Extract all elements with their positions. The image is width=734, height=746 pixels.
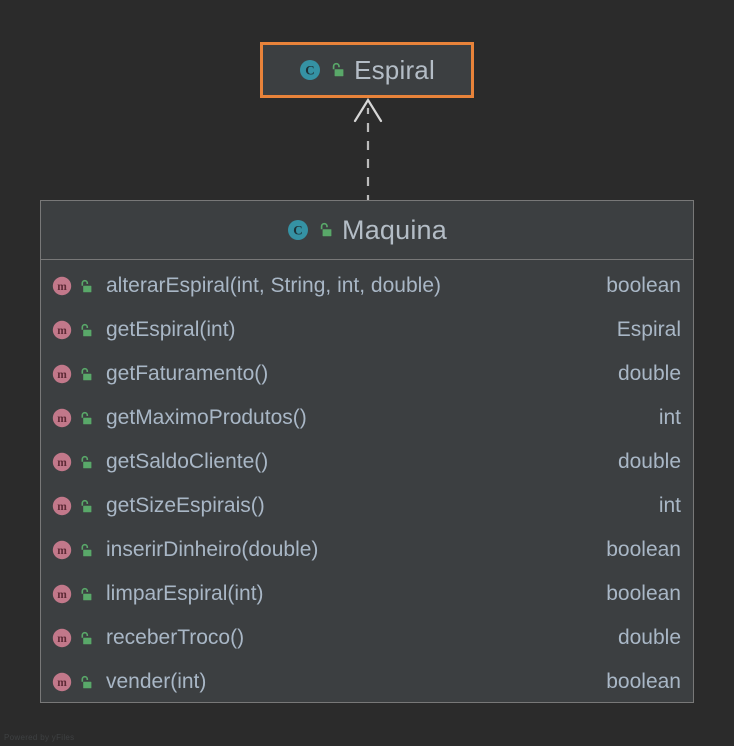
member-icon-group: m [52,320,93,340]
uml-diagram-canvas: C Espiral C Maquina m alterarEspiral(int… [0,0,734,746]
svg-text:m: m [57,413,67,425]
watermark-label: Powered by yFiles [4,733,75,742]
class-member-row[interactable]: m getSizeEspirais() int [41,484,693,528]
unlock-icon [79,367,93,382]
svg-text:m: m [57,677,67,689]
class-node-title: Maquina [342,214,447,245]
member-return-type: boolean [606,582,681,605]
svg-text:C: C [293,223,302,238]
unlock-icon [79,323,93,338]
class-member-row[interactable]: m getMaximoProdutos() int [41,396,693,440]
class-member-row[interactable]: m getEspiral(int) Espiral [41,308,693,352]
uml-class-node-maquina[interactable]: C Maquina m alterarEspiral(int, String, i… [40,200,694,703]
svg-text:m: m [57,501,67,513]
unlock-icon [79,455,93,470]
member-return-type: double [617,362,681,385]
method-icon: m [52,364,72,384]
class-node-title: Espiral [354,54,435,85]
member-icon-group: m [52,452,93,472]
member-return-type: int [658,494,681,517]
member-return-type: boolean [606,670,681,693]
member-signature: getEspiral(int) [106,318,236,341]
class-member-row[interactable]: m limparEspiral(int) boolean [41,572,693,616]
method-icon: m [52,672,72,692]
class-member-row[interactable]: m inserirDinheiro(double) boolean [41,528,693,572]
class-member-row[interactable]: m vender(int) boolean [41,660,693,704]
svg-text:m: m [57,589,67,601]
method-icon: m [52,276,72,296]
unlock-icon [318,222,333,238]
unlock-icon [79,411,93,426]
member-return-type: int [658,406,681,429]
svg-text:m: m [57,281,67,293]
class-node-header: C Espiral [263,45,471,95]
unlock-icon [79,499,93,514]
member-signature: alterarEspiral(int, String, int, double) [106,274,441,297]
svg-text:m: m [57,325,67,337]
unlock-icon [330,62,345,78]
unlock-icon [79,675,93,690]
unlock-icon [79,543,93,558]
member-return-type: double [617,450,681,473]
method-icon: m [52,408,72,428]
inheritance-edge [353,97,383,204]
svg-text:m: m [57,457,67,469]
member-return-type: boolean [606,538,681,561]
member-signature: limparEspiral(int) [106,582,264,605]
member-signature: inserirDinheiro(double) [106,538,319,561]
class-member-row[interactable]: m getSaldoCliente() double [41,440,693,484]
member-signature: getSizeEspirais() [106,494,265,517]
svg-text:m: m [57,633,67,645]
svg-text:m: m [57,545,67,557]
member-icon-group: m [52,496,93,516]
uml-class-node-espiral[interactable]: C Espiral [260,42,474,98]
method-icon: m [52,320,72,340]
method-icon: m [52,628,72,648]
member-return-type: double [617,626,681,649]
method-icon: m [52,584,72,604]
member-icon-group: m [52,540,93,560]
class-members-list: m alterarEspiral(int, String, int, double… [41,260,693,704]
method-icon: m [52,540,72,560]
member-signature: receberTroco() [106,626,245,649]
method-icon: m [52,496,72,516]
member-icon-group: m [52,672,93,692]
member-icon-group: m [52,364,93,384]
unlock-icon [79,631,93,646]
method-icon: m [52,452,72,472]
member-signature: vender(int) [106,670,207,693]
unlock-icon [79,279,93,294]
member-icon-group: m [52,628,93,648]
unlock-icon [79,587,93,602]
class-node-header: C Maquina [41,201,693,260]
member-signature: getSaldoCliente() [106,450,269,473]
svg-text:C: C [305,63,314,78]
class-icon: C [299,59,321,81]
member-icon-group: m [52,584,93,604]
class-member-row[interactable]: m alterarEspiral(int, String, int, double… [41,264,693,308]
class-icon: C [287,219,309,241]
member-icon-group: m [52,408,93,428]
class-member-row[interactable]: m getFaturamento() double [41,352,693,396]
svg-text:m: m [57,369,67,381]
class-member-row[interactable]: m receberTroco() double [41,616,693,660]
member-return-type: Espiral [616,318,681,341]
member-icon-group: m [52,276,93,296]
member-return-type: boolean [606,274,681,297]
member-signature: getFaturamento() [106,362,269,385]
member-signature: getMaximoProdutos() [106,406,307,429]
